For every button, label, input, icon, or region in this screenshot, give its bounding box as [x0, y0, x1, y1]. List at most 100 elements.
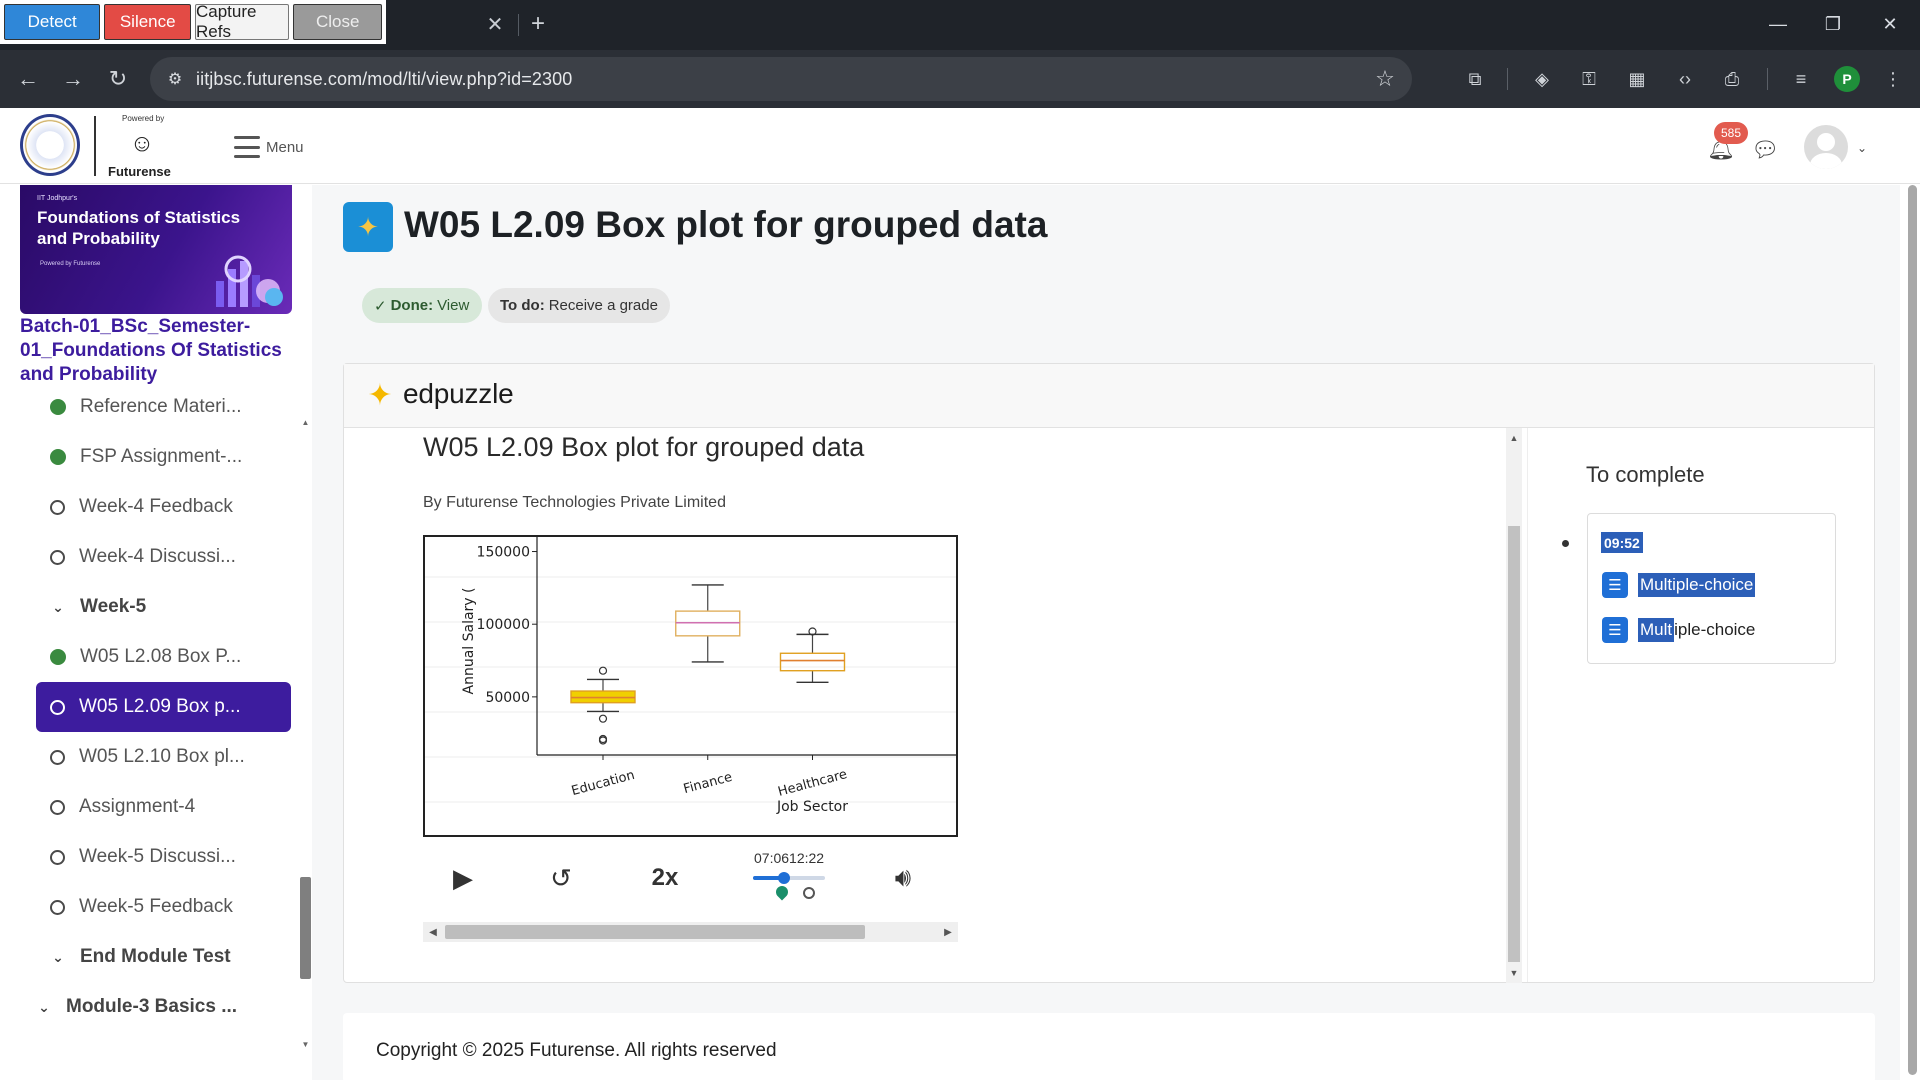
- minimize-icon[interactable]: —: [1758, 8, 1798, 40]
- sidebar-item[interactable]: Week-5 Feedback: [36, 882, 291, 932]
- sidebar-item[interactable]: W05 L2.10 Box pl...: [36, 732, 291, 782]
- sidebar-scrollbar[interactable]: [300, 877, 311, 979]
- browser-menu-icon[interactable]: ⋮: [1878, 64, 1908, 94]
- edpuzzle-activity-icon: ✦: [343, 202, 393, 252]
- profile-avatar[interactable]: P: [1834, 66, 1860, 92]
- course-name-link[interactable]: Batch-01_BSc_Semester-01_Foundations Of …: [20, 315, 292, 387]
- video-player[interactable]: 50000 100000 150000 Annual Salary (Educatio…: [423, 535, 958, 837]
- question-type-label: Multiple-choice: [1638, 573, 1756, 597]
- course-banner[interactable]: IIT Jodhpur's Foundations of Statistics …: [20, 185, 292, 314]
- video-author: By Futurense Technologies Private Limite…: [423, 494, 726, 511]
- reload-icon[interactable]: ↻: [101, 62, 135, 96]
- banner-chart-illustration: [216, 255, 283, 307]
- silence-button[interactable]: Silence: [104, 4, 191, 40]
- sidebar-item-label: Week-5: [80, 596, 147, 617]
- chat-icon[interactable]: 💬︎: [1750, 136, 1780, 164]
- box-iqr: [779, 652, 846, 672]
- embed-scroll-thumb[interactable]: [1508, 526, 1520, 962]
- extensions-icon[interactable]: ⧉: [1460, 64, 1490, 94]
- star-icon[interactable]: ☆: [1372, 66, 1398, 92]
- to-complete-panel: [1527, 428, 1873, 982]
- password-key-icon[interactable]: ⚿: [1574, 64, 1604, 94]
- question-item[interactable]: ☰ Multiple-choice: [1602, 572, 1756, 598]
- video-controls: ▶ ↺ 2x 07:0612:22 🔊︎: [423, 842, 958, 914]
- sidebar-item[interactable]: Week-5 Discussi...: [36, 832, 291, 882]
- scroll-up-icon[interactable]: ▲: [300, 417, 311, 427]
- sidebar-item[interactable]: Assignment-4: [36, 782, 291, 832]
- section-header[interactable]: ⌄ End Module Test: [36, 932, 291, 982]
- y-tick-label: 50000: [485, 690, 530, 706]
- question-marker-outline-icon[interactable]: [803, 887, 815, 899]
- back-icon[interactable]: ←: [11, 62, 45, 96]
- close-button[interactable]: Close: [293, 4, 382, 40]
- address-bar[interactable]: ⚙ iitjbsc.futurense.com/mod/lti/view.php…: [150, 57, 1412, 101]
- list-bullet: [1562, 540, 1569, 547]
- x-tick-label: Healthcare: [776, 767, 848, 800]
- new-tab-icon[interactable]: +: [526, 10, 550, 38]
- sidebar-item[interactable]: Reference Materi...: [36, 382, 291, 432]
- sidebar-item-label: Assignment-4: [79, 796, 196, 817]
- sidebar-item-label: W05 L2.08 Box P...: [80, 646, 242, 667]
- url-text[interactable]: iitjbsc.futurense.com/mod/lti/view.php?i…: [196, 69, 572, 90]
- question-type-rest: iple-choice: [1674, 620, 1756, 639]
- restore-icon[interactable]: ❐: [1813, 8, 1853, 40]
- menu-button[interactable]: Menu: [234, 132, 304, 162]
- chevron-down-icon[interactable]: ⌄: [50, 599, 66, 616]
- sidebar-item[interactable]: Week-4 Feedback: [36, 482, 291, 532]
- sidebar-item-label: End Module Test: [80, 946, 231, 967]
- question-type-label-highlight: Mult: [1638, 618, 1675, 642]
- futurense-brand: Futurense: [108, 164, 171, 179]
- horizontal-scrollbar[interactable]: ◀ ▶: [423, 922, 958, 942]
- sidebar-item[interactable]: W05 L2.08 Box P...: [36, 632, 291, 682]
- replay-icon[interactable]: ↺: [543, 860, 579, 896]
- incognito-icon[interactable]: ◈: [1527, 64, 1557, 94]
- play-icon[interactable]: ▶: [445, 860, 481, 896]
- section-header[interactable]: ⌄ Week-5: [36, 582, 291, 632]
- volume-icon[interactable]: 🔊︎: [885, 860, 921, 896]
- banner-powered: Powered by Futurense: [40, 261, 101, 267]
- site-info-icon[interactable]: ⚙: [164, 68, 186, 90]
- tab-close-icon[interactable]: ✕: [484, 12, 506, 36]
- question-item[interactable]: ☰ Multiple-choice: [1602, 617, 1755, 643]
- y-axis-label: Annual Salary (: [461, 587, 477, 694]
- course-sidebar: IIT Jodhpur's Foundations of Statistics …: [0, 185, 312, 1080]
- forward-icon[interactable]: →: [56, 62, 90, 96]
- question-marker-icon[interactable]: [773, 883, 791, 901]
- chevron-down-icon[interactable]: ⌄: [36, 999, 52, 1016]
- completed-dot-icon: [50, 649, 66, 665]
- progress-knob[interactable]: [777, 872, 790, 884]
- capture-refs-button[interactable]: Capture Refs: [195, 2, 290, 41]
- sidebar-item[interactable]: FSP Assignment-...: [36, 432, 291, 482]
- module-header[interactable]: ⌄ Module-3 Basics ...: [22, 982, 277, 1032]
- incomplete-circle-icon: [50, 699, 65, 715]
- horizontal-scroll-thumb[interactable]: [445, 925, 865, 939]
- scroll-down-icon[interactable]: ▼: [300, 1039, 311, 1049]
- detect-button[interactable]: Detect: [4, 4, 101, 40]
- page-scrollbar[interactable]: [1904, 185, 1920, 1080]
- sidebar-item-label: Module-3 Basics ...: [66, 996, 238, 1017]
- scroll-down-icon[interactable]: ▼: [1508, 967, 1520, 979]
- print-icon[interactable]: ⎙: [1717, 64, 1747, 94]
- powered-by-text: Powered by: [122, 114, 165, 123]
- scroll-up-icon[interactable]: ▲: [1508, 432, 1520, 444]
- copyright-text: Copyright © 2025 Futurense. All rights r…: [376, 1040, 777, 1061]
- sidebar-item[interactable]: W05 L2.09 Box p...: [36, 682, 291, 732]
- embed-vertical-scrollbar[interactable]: ▲ ▼: [1506, 428, 1522, 983]
- tab-search-icon[interactable]: ▦: [1622, 64, 1652, 94]
- sidebar-item-label: W05 L2.09 Box p...: [79, 696, 241, 717]
- browser-toolbar: ← → ↻ ⚙ iitjbsc.futurense.com/mod/lti/vi…: [0, 50, 1920, 108]
- sidebar-item[interactable]: Week-4 Discussi...: [36, 532, 291, 582]
- chevron-down-icon[interactable]: ⌄: [1854, 140, 1870, 156]
- devtools-icon[interactable]: ‹›: [1670, 64, 1700, 94]
- user-avatar[interactable]: [1804, 125, 1848, 169]
- iit-logo[interactable]: [20, 114, 80, 176]
- speed-button[interactable]: 2x: [647, 860, 683, 896]
- chevron-down-icon[interactable]: ⌄: [50, 949, 66, 966]
- browser-tab-bar: Detect Silence Capture Refs Close ✕ + — …: [0, 0, 1920, 50]
- page-scroll-thumb[interactable]: [1908, 185, 1917, 1075]
- scroll-right-icon[interactable]: ▶: [941, 925, 955, 939]
- window-close-icon[interactable]: ✕: [1870, 8, 1910, 40]
- scroll-left-icon[interactable]: ◀: [426, 925, 440, 939]
- media-icon[interactable]: ≡: [1786, 64, 1816, 94]
- question-timestamp[interactable]: 09:52: [1601, 532, 1643, 553]
